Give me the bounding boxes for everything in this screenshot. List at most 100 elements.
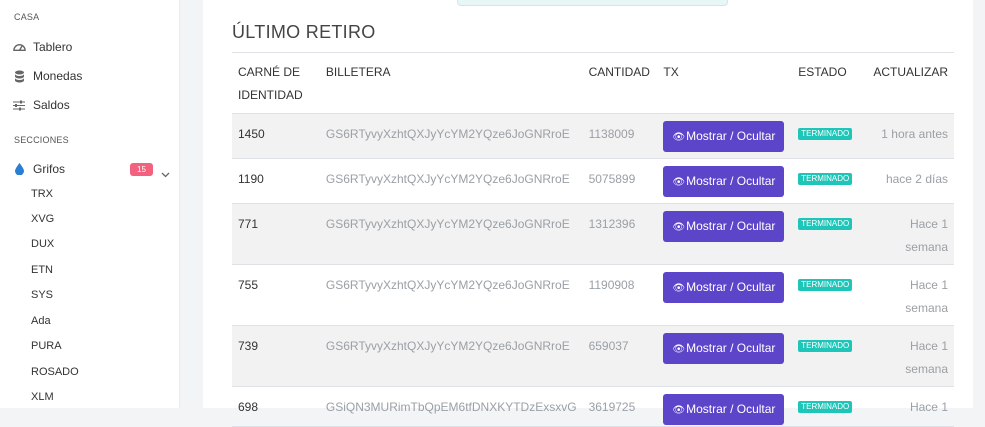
status-badge: TERMINADO (798, 127, 853, 140)
row-wallet: GS6RTyvyXzhtQXJyYcYM2YQze6JoGNRroE (319, 325, 583, 387)
row-status: TERMINADO (792, 113, 868, 159)
row-status: TERMINADO (792, 264, 868, 326)
sidebar-item-dashboard[interactable]: Tablero (12, 37, 72, 57)
sidebar-subitem[interactable]: SYS (31, 289, 53, 301)
section-title-home: CASA (14, 12, 40, 22)
row-updated: Hace 1 semana (867, 203, 954, 265)
table-row: 1190 GS6RTyvyXzhtQXJyYcYM2YQze6JoGNRroE 50… (232, 158, 954, 204)
row-tx: 👁Mostrar / Ocultar (657, 264, 793, 326)
row-tx: 👁Mostrar / Ocultar (657, 113, 793, 159)
column-header-tx: TX (657, 52, 793, 114)
button-label: Mostrar / Ocultar (686, 219, 776, 233)
row-wallet: GS6RTyvyXzhtQXJyYcYM2YQze6JoGNRroE (319, 264, 583, 326)
sidebar-subitem[interactable]: DUX (31, 238, 54, 250)
button-label: Mostrar / Ocultar (686, 341, 776, 355)
row-qty: 1190908 (582, 264, 658, 326)
status-badge: TERMINADO (798, 217, 853, 230)
column-header-wallet: BILLETERA (319, 52, 583, 114)
row-id: 1450 (232, 113, 320, 159)
table-row: 739 GS6RTyvyXzhtQXJyYcYM2YQze6JoGNRroE 659… (232, 325, 954, 387)
button-label: Mostrar / Ocultar (686, 402, 776, 416)
database-icon (12, 69, 26, 83)
sidebar-item-coins[interactable]: Monedas (12, 66, 82, 86)
row-id: 771 (232, 203, 320, 265)
show-hide-tx-button[interactable]: 👁Mostrar / Ocultar (663, 121, 785, 152)
row-qty: 1138009 (582, 113, 658, 159)
row-tx: 👁Mostrar / Ocultar (657, 325, 793, 387)
eye-icon: 👁 (672, 344, 686, 355)
button-label: Mostrar / Ocultar (686, 174, 776, 188)
row-wallet: GSiQN3MURimTbQpEM6tfDNXKYTDzExsxvG (319, 386, 583, 427)
row-qty: 659037 (582, 325, 658, 387)
column-header-status: ESTADO (792, 52, 868, 114)
table-row: 698 GSiQN3MURimTbQpEM6tfDNXKYTDzExsxvG 361… (232, 386, 954, 427)
show-hide-tx-button[interactable]: 👁Mostrar / Ocultar (663, 166, 785, 197)
faucets-count-badge: 15 (130, 163, 153, 176)
row-tx: 👁Mostrar / Ocultar (657, 158, 793, 204)
column-header-qty: CANTIDAD (582, 52, 658, 114)
show-hide-tx-button[interactable]: 👁Mostrar / Ocultar (663, 333, 785, 364)
row-qty: 5075899 (582, 158, 658, 204)
row-status: TERMINADO (792, 325, 868, 387)
row-updated: hace 2 días (867, 158, 954, 204)
sidebar-item-label: Tablero (33, 40, 73, 54)
status-badge: TERMINADO (798, 172, 853, 185)
chevron-down-icon[interactable] (161, 165, 170, 183)
table-row: 755 GS6RTyvyXzhtQXJyYcYM2YQze6JoGNRroE 119… (232, 264, 954, 326)
eye-icon: 👁 (672, 405, 686, 416)
top-alert-strip (457, 0, 728, 6)
row-status: TERMINADO (792, 158, 868, 204)
status-badge: TERMINADO (798, 400, 853, 413)
sidebar-item-balances[interactable]: Saldos (12, 95, 70, 115)
row-updated: Hace 1 semana (867, 325, 954, 387)
row-id: 1190 (232, 158, 320, 204)
row-updated: Hace 1 semana (867, 264, 954, 326)
sidebar-subitem[interactable]: XVG (31, 213, 54, 225)
sidebar-subitem[interactable]: XLM (31, 391, 54, 403)
sidebar-subitem[interactable]: Ada (31, 315, 51, 327)
sidebar-item-label: Saldos (33, 98, 70, 112)
column-header-id: CARNÉ DE IDENTIDAD (232, 52, 320, 114)
table-row: 1450 GS6RTyvyXzhtQXJyYcYM2YQze6JoGNRroE 11… (232, 113, 954, 159)
sliders-icon (12, 98, 26, 112)
table-header-row: CARNÉ DE IDENTIDAD BILLETERA CANTIDAD TX… (232, 52, 954, 114)
sidebar-subitem[interactable]: TRX (31, 188, 53, 200)
row-updated: 1 hora antes (867, 113, 954, 159)
sidebar-subitem[interactable]: PURA (31, 340, 62, 352)
row-status: TERMINADO (792, 203, 868, 265)
button-label: Mostrar / Ocultar (686, 129, 776, 143)
show-hide-tx-button[interactable]: 👁Mostrar / Ocultar (663, 272, 785, 303)
eye-icon: 👁 (672, 283, 686, 294)
sidebar: CASA Tablero Monedas Saldos SECCIONES Gr… (0, 0, 180, 408)
card-title: ÚLTIMO RETIRO (232, 22, 376, 42)
row-wallet: GS6RTyvyXzhtQXJyYcYM2YQze6JoGNRroE (319, 158, 583, 204)
withdrawals-table: CARNÉ DE IDENTIDAD BILLETERA CANTIDAD TX… (232, 52, 954, 427)
sidebar-item-faucets[interactable]: Grifos (12, 159, 65, 179)
row-qty: 1312396 (582, 203, 658, 265)
section-title-sections: SECCIONES (14, 135, 69, 145)
row-id: 739 (232, 325, 320, 387)
dashboard-icon (12, 40, 26, 54)
sidebar-item-label: Monedas (33, 69, 83, 83)
row-wallet: GS6RTyvyXzhtQXJyYcYM2YQze6JoGNRroE (319, 203, 583, 265)
row-id: 698 (232, 386, 320, 427)
eye-icon: 👁 (672, 132, 686, 143)
eye-icon: 👁 (672, 177, 686, 188)
row-wallet: GS6RTyvyXzhtQXJyYcYM2YQze6JoGNRroE (319, 113, 583, 159)
show-hide-tx-button[interactable]: 👁Mostrar / Ocultar (663, 394, 785, 425)
status-badge: TERMINADO (798, 278, 853, 291)
row-id: 755 (232, 264, 320, 326)
eye-icon: 👁 (672, 222, 686, 233)
drop-icon (12, 162, 26, 176)
row-qty: 3619725 (582, 386, 658, 427)
row-updated: Hace 1 (867, 386, 954, 427)
row-tx: 👁Mostrar / Ocultar (657, 386, 793, 427)
row-tx: 👁Mostrar / Ocultar (657, 203, 793, 265)
row-status: TERMINADO (792, 386, 868, 427)
sidebar-subitem[interactable]: ROSADO (31, 366, 79, 378)
sidebar-subitem[interactable]: ETN (31, 264, 53, 276)
status-badge: TERMINADO (798, 339, 853, 352)
table-row: 771 GS6RTyvyXzhtQXJyYcYM2YQze6JoGNRroE 131… (232, 203, 954, 265)
column-header-update: ACTUALIZAR (867, 52, 954, 114)
show-hide-tx-button[interactable]: 👁Mostrar / Ocultar (663, 211, 785, 242)
